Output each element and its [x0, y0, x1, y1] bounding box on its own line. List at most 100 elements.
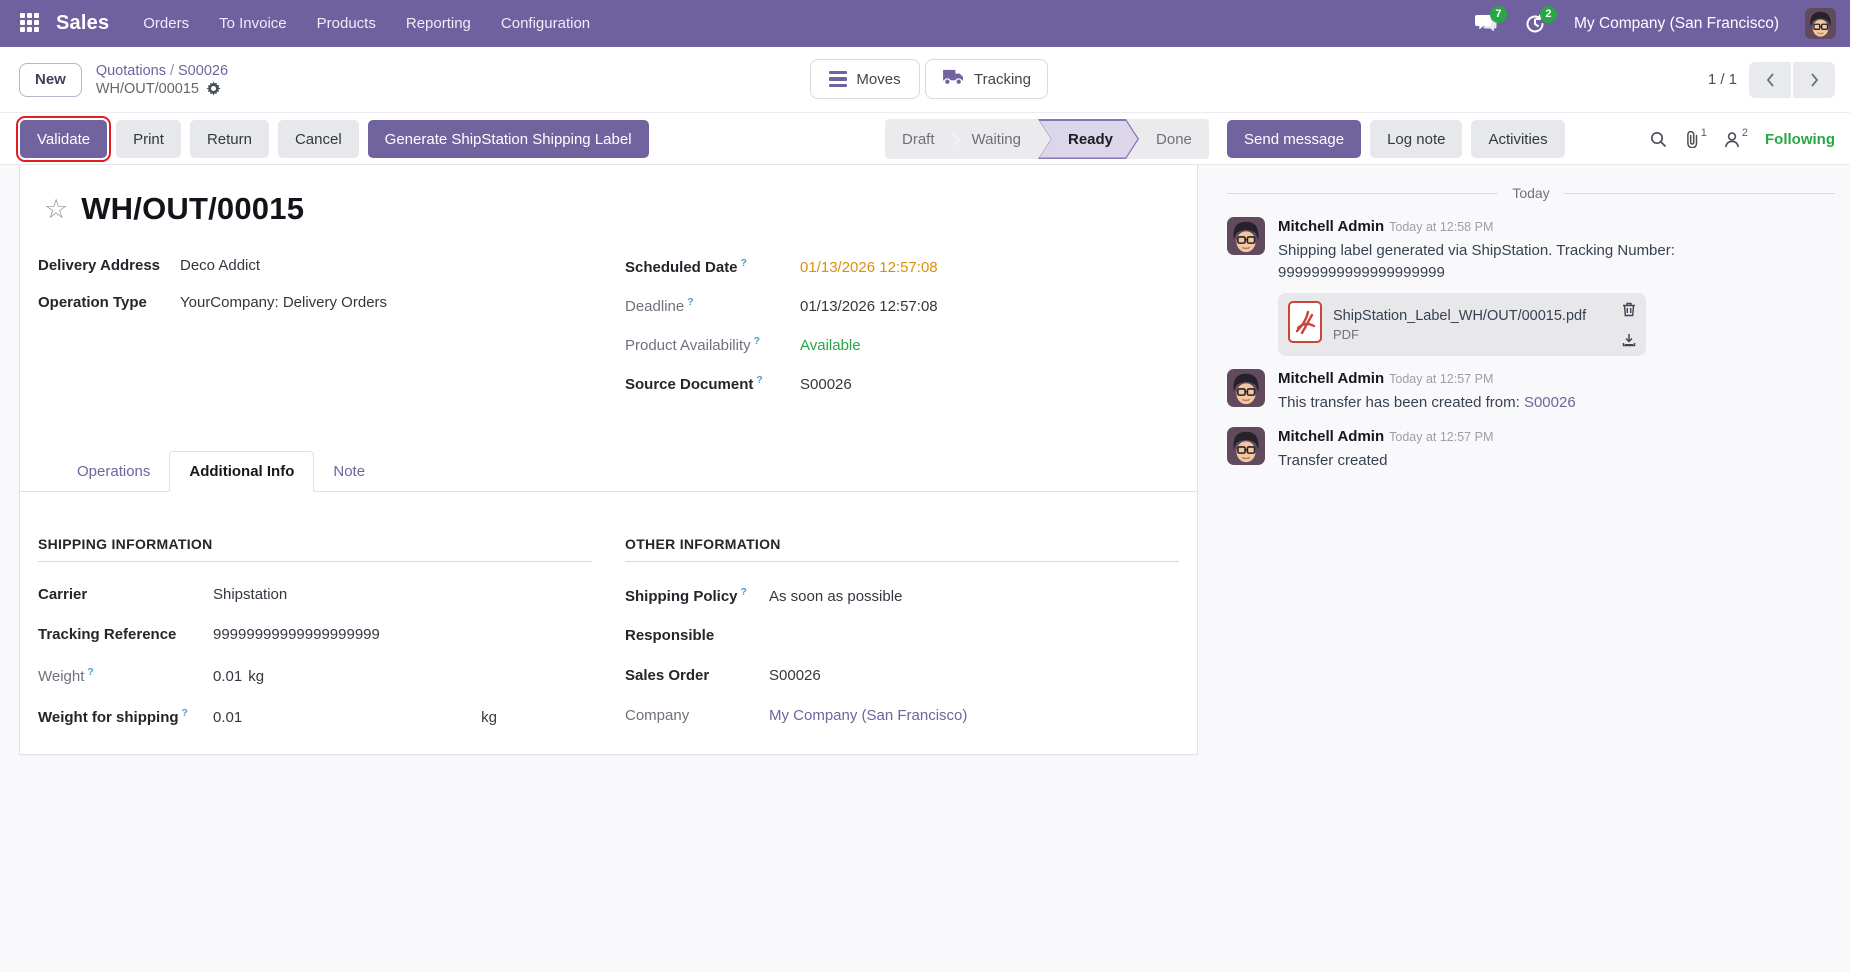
- menu-orders[interactable]: Orders: [143, 15, 189, 32]
- return-button[interactable]: Return: [189, 120, 269, 158]
- breadcrumb-sale-order[interactable]: S00026: [178, 63, 228, 79]
- attachment-type: PDF: [1333, 326, 1359, 342]
- stage-waiting[interactable]: Waiting: [955, 119, 1038, 159]
- delete-attachment-icon[interactable]: [1622, 302, 1636, 317]
- delivery-address-label: Delivery Address: [38, 257, 161, 274]
- tab-note[interactable]: Note: [314, 452, 384, 491]
- pager: 1 / 1: [1707, 61, 1835, 98]
- stage-done[interactable]: Done: [1139, 119, 1209, 159]
- chevron-right-icon: [1810, 72, 1818, 87]
- weight-unit: kg: [248, 668, 265, 685]
- delivery-address-value[interactable]: Deco Addict: [180, 257, 260, 274]
- smart-buttons: Moves Tracking: [810, 59, 1048, 99]
- activities-icon[interactable]: 2: [1524, 5, 1557, 35]
- record-title: WH/OUT/00015: [81, 191, 305, 226]
- stage-ready-active[interactable]: Ready: [1038, 119, 1139, 159]
- menu-products[interactable]: Products: [317, 15, 376, 32]
- other-information-title: OTHER INFORMATION: [625, 536, 1179, 562]
- print-button[interactable]: Print: [116, 120, 181, 158]
- avatar[interactable]: [1227, 217, 1265, 255]
- favorite-star-icon[interactable]: ☆: [44, 195, 68, 223]
- menu-configuration[interactable]: Configuration: [501, 15, 590, 32]
- tracking-reference-value[interactable]: 99999999999999999999: [213, 626, 380, 643]
- tracking-reference-label: Tracking Reference: [38, 626, 177, 643]
- messages-icon[interactable]: 7: [1474, 5, 1507, 35]
- sales-order-value[interactable]: S00026: [769, 667, 821, 684]
- message: Mitchell Admin Today at 12:58 PM Shipping…: [1227, 217, 1835, 356]
- scheduled-date-label: Scheduled Date?: [625, 257, 747, 276]
- message-text: This transfer has been created from: S00…: [1278, 394, 1576, 411]
- operation-type-value[interactable]: YourCompany: Delivery Orders: [180, 294, 387, 311]
- generate-shipstation-label-button[interactable]: Generate ShipStation Shipping Label: [367, 120, 649, 158]
- apps-grid-icon[interactable]: [20, 12, 42, 35]
- message-text: Shipping label generated via ShipStation…: [1278, 242, 1675, 281]
- pager-count: 1 / 1: [1707, 71, 1737, 88]
- tab-operations[interactable]: Operations: [58, 452, 169, 491]
- product-availability-value: Available: [800, 337, 861, 354]
- scheduled-date-value[interactable]: 01/13/2026 12:57:08: [800, 259, 938, 276]
- field-tracking-reference: Tracking Reference 99999999999999999999: [38, 626, 592, 644]
- user-avatar[interactable]: [1805, 8, 1836, 39]
- attachments-icon[interactable]: 1: [1684, 127, 1707, 148]
- attachment-filename[interactable]: ShipStation_Label_WH/OUT/00015.pdf: [1333, 308, 1611, 324]
- notebook-tabs: Operations Additional Info Note: [20, 451, 1197, 492]
- field-shipping-policy: Shipping Policy? As soon as possible: [625, 586, 1179, 605]
- field-operation-type: Operation Type YourCompany: Delivery Ord…: [38, 294, 592, 311]
- carrier-value[interactable]: Shipstation: [213, 586, 287, 603]
- tab-additional-info[interactable]: Additional Info: [169, 451, 315, 492]
- sales-order-label: Sales Order: [625, 667, 710, 684]
- download-attachment-icon[interactable]: [1622, 333, 1636, 347]
- weight-for-shipping-unit: kg: [481, 709, 497, 726]
- source-document-value[interactable]: S00026: [800, 376, 852, 393]
- deadline-label: Deadline?: [625, 296, 694, 315]
- company-switcher[interactable]: My Company (San Francisco): [1574, 15, 1779, 33]
- message-author[interactable]: Mitchell Admin: [1278, 428, 1384, 445]
- breadcrumb-quotations[interactable]: Quotations: [96, 63, 166, 79]
- avatar[interactable]: [1227, 427, 1265, 465]
- followers-icon[interactable]: 2: [1724, 127, 1748, 148]
- new-button[interactable]: New: [19, 62, 82, 97]
- help-icon: ?: [740, 257, 747, 269]
- date-divider: Today: [1227, 185, 1835, 201]
- attachment-card[interactable]: ShipStation_Label_WH/OUT/00015.pdf PDF: [1278, 293, 1646, 356]
- validate-button[interactable]: Validate: [15, 116, 112, 162]
- message-author[interactable]: Mitchell Admin: [1278, 218, 1384, 235]
- moves-button[interactable]: Moves: [810, 59, 920, 99]
- company-value[interactable]: My Company (San Francisco): [769, 707, 967, 724]
- statusbar: Draft Waiting Ready Done: [885, 119, 1209, 159]
- source-order-link[interactable]: S00026: [1524, 394, 1576, 411]
- shipping-policy-value[interactable]: As soon as possible: [769, 588, 902, 605]
- deadline-value[interactable]: 01/13/2026 12:57:08: [800, 298, 938, 315]
- pager-next-button[interactable]: [1793, 61, 1835, 98]
- cancel-button[interactable]: Cancel: [277, 120, 359, 158]
- activities-button[interactable]: Activities: [1471, 120, 1565, 158]
- search-messages-icon[interactable]: [1650, 131, 1667, 148]
- gear-icon[interactable]: [206, 81, 221, 96]
- source-document-label: Source Document?: [625, 374, 763, 393]
- message-author[interactable]: Mitchell Admin: [1278, 370, 1384, 387]
- weight-for-shipping-value[interactable]: 0.01: [213, 709, 453, 726]
- main-menu: Orders To Invoice Products Reporting Con…: [143, 15, 590, 32]
- chevron-left-icon: [1766, 72, 1774, 87]
- log-note-button[interactable]: Log note: [1370, 120, 1463, 158]
- tracking-button[interactable]: Tracking: [925, 59, 1048, 99]
- avatar[interactable]: [1227, 369, 1265, 407]
- shipping-policy-label: Shipping Policy?: [625, 586, 747, 605]
- app-brand[interactable]: Sales: [56, 12, 109, 35]
- pager-previous-button[interactable]: [1749, 61, 1791, 98]
- following-button[interactable]: Following: [1765, 131, 1835, 148]
- menu-to-invoice[interactable]: To Invoice: [219, 15, 287, 32]
- main-content: ☆ WH/OUT/00015 Delivery Address Deco Add…: [0, 165, 1850, 972]
- weight-for-shipping-label: Weight for shipping?: [38, 707, 188, 726]
- message-time: Today at 12:58 PM: [1389, 220, 1494, 234]
- odoo-app: Sales Orders To Invoice Products Reporti…: [0, 0, 1850, 972]
- help-icon: ?: [87, 666, 94, 678]
- help-icon: ?: [753, 335, 761, 347]
- field-delivery-address: Delivery Address Deco Addict: [38, 257, 592, 274]
- send-message-button[interactable]: Send message: [1227, 120, 1362, 158]
- followers-count: 2: [1741, 126, 1749, 139]
- product-availability-label: Product Availability?: [625, 335, 761, 354]
- menu-reporting[interactable]: Reporting: [406, 15, 471, 32]
- stage-draft[interactable]: Draft: [885, 119, 952, 159]
- control-panel: New Quotations / S00026 WH/OUT/00015 Moves: [0, 47, 1850, 113]
